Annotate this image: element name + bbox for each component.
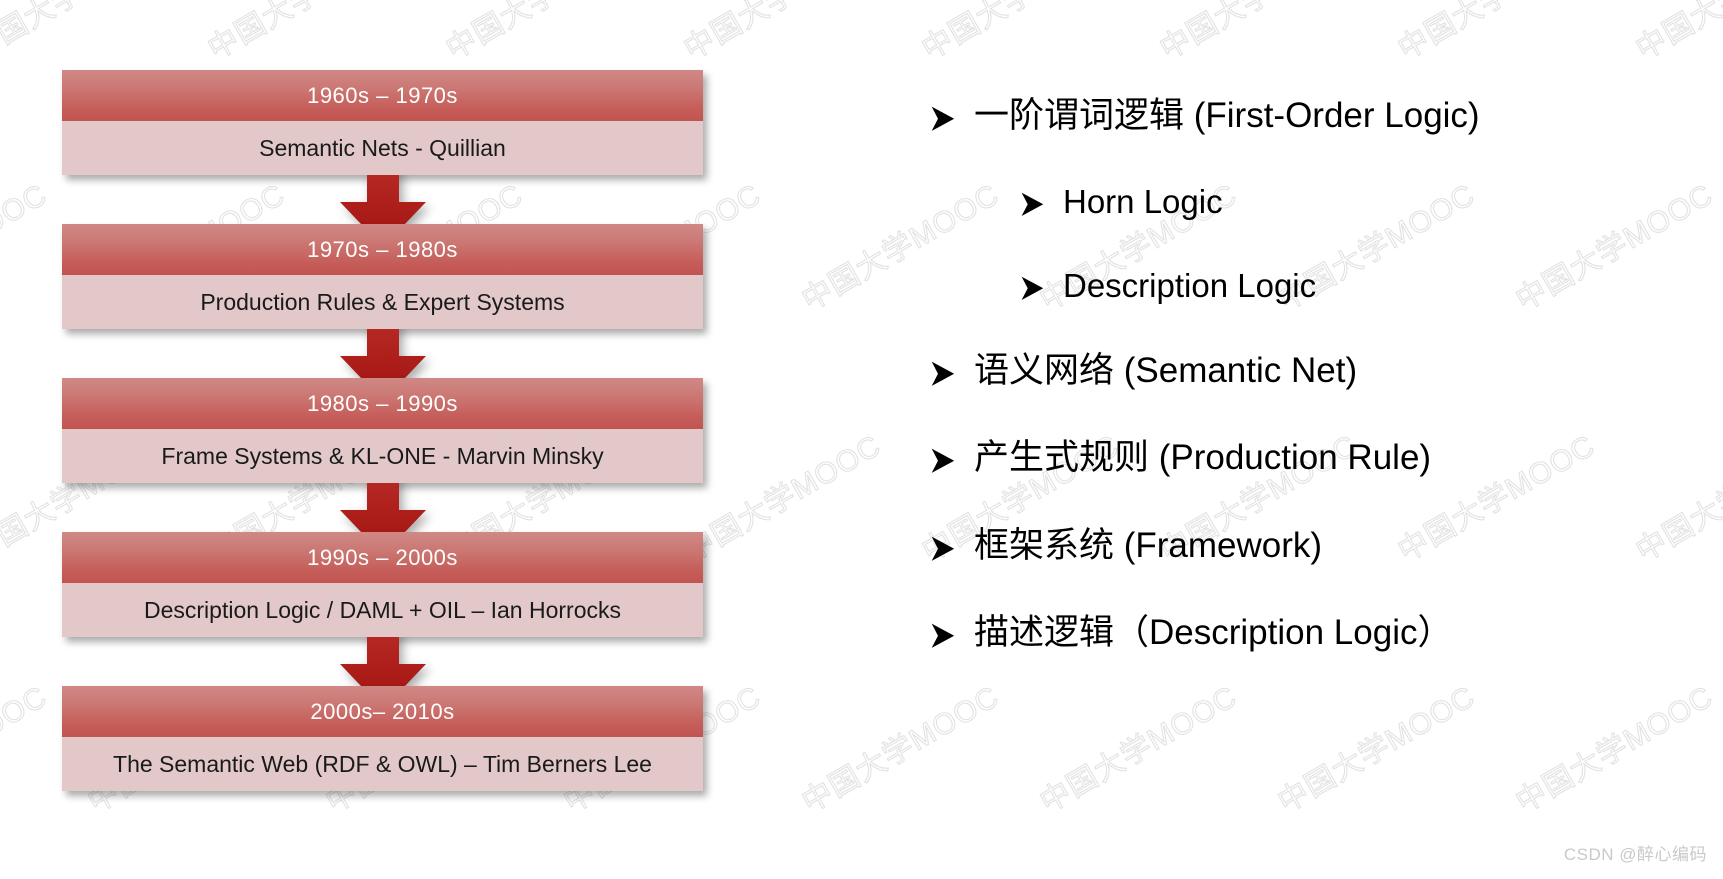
timeline-description-label: Production Rules & Expert Systems: [62, 275, 703, 329]
timeline-description-label: Semantic Nets - Quillian: [62, 121, 703, 175]
timeline-period-label: 1980s – 1990s: [62, 378, 703, 429]
watermark-text: 中国大学MOOC: [674, 0, 888, 68]
timeline-period-label: 1970s – 1980s: [62, 224, 703, 275]
timeline-block: 2000s– 2010s The Semantic Web (RDF & OWL)…: [62, 686, 703, 791]
watermark-text: 中国大学MOOC: [0, 178, 53, 318]
bullet-item: Description Logic: [930, 267, 1690, 305]
watermark-text: 中国大学MOOC: [0, 680, 53, 820]
watermark-text: 中国大学MOOC: [678, 429, 887, 569]
bullet-label: 语义网络 (Semantic Net): [974, 351, 1358, 391]
timeline-block: 1990s – 2000s Description Logic / DAML + …: [62, 532, 703, 637]
timeline-period-label: 1960s – 1970s: [62, 70, 703, 121]
timeline-description-label: The Semantic Web (RDF & OWL) – Tim Berne…: [62, 737, 703, 791]
arrow-bullet-icon: [930, 623, 956, 649]
csdn-credit: CSDN @醉心编码: [1563, 845, 1707, 864]
arrow-bullet-icon: [930, 536, 956, 562]
watermark-text: 中国大学MOOC: [198, 0, 412, 68]
watermark-text: 中国大学MOOC: [1150, 0, 1364, 68]
bullet-item: 一阶谓词逻辑 (First-Order Logic): [930, 96, 1690, 136]
slide-canvas: 中国大学MOOC 中国大学MOOC 中国大学MOOC 中国大学MOOC 中国大学MOOC…: [0, 0, 1723, 879]
bullet-label: 描述逻辑（Description Logic）: [974, 612, 1453, 652]
bullet-item: Horn Logic: [930, 183, 1690, 221]
bullet-list: 一阶谓词逻辑 (First-Order Logic) Horn Logic Desc…: [930, 96, 1690, 700]
timeline-block: 1980s – 1990s Frame Systems & KL-ONE - Ma…: [62, 378, 703, 483]
timeline-description-label: Description Logic / DAML + OIL – Ian Hor…: [62, 583, 703, 637]
bullet-label: Horn Logic: [1063, 183, 1223, 221]
arrow-bullet-icon: [930, 106, 956, 132]
arrow-bullet-icon: [930, 361, 956, 387]
watermark-text: 中国大学MOOC: [0, 0, 174, 68]
timeline-description-label: Frame Systems & KL-ONE - Marvin Minsky: [62, 429, 703, 483]
timeline-period-label: 1990s – 2000s: [62, 532, 703, 583]
timeline-connector: [62, 630, 703, 709]
timeline-block: 1960s – 1970s Semantic Nets - Quillian: [62, 70, 703, 175]
timeline-connector: [62, 322, 703, 401]
arrow-bullet-icon: [1020, 192, 1045, 217]
timeline-block: 1970s – 1980s Production Rules & Expert S…: [62, 224, 703, 329]
watermark-text: 中国大学MOOC: [1626, 0, 1723, 68]
bullet-label: 框架系统 (Framework): [974, 525, 1323, 565]
bullet-label: 一阶谓词逻辑 (First-Order Logic): [974, 96, 1480, 135]
watermark-text: 中国大学MOOC: [436, 0, 650, 68]
bullet-item: 产生式规则 (Production Rule): [930, 438, 1690, 478]
timeline-connector: [62, 168, 703, 247]
arrow-bullet-icon: [1020, 276, 1045, 301]
bullet-label: 产生式规则 (Production Rule): [974, 438, 1432, 478]
arrow-bullet-icon: [930, 448, 956, 474]
bullet-item: 描述逻辑（Description Logic）: [930, 613, 1690, 653]
bullet-label: Description Logic: [1063, 267, 1317, 305]
watermark-text: 中国大学MOOC: [912, 0, 1126, 68]
timeline-flowchart: 1960s – 1970s Semantic Nets - Quillian 197…: [62, 70, 703, 791]
watermark-text: 中国大学MOOC: [1388, 0, 1602, 68]
bullet-item: 框架系统 (Framework): [930, 526, 1690, 566]
timeline-period-label: 2000s– 2010s: [62, 686, 703, 737]
timeline-connector: [62, 476, 703, 555]
bullet-item: 语义网络 (Semantic Net): [930, 351, 1690, 391]
